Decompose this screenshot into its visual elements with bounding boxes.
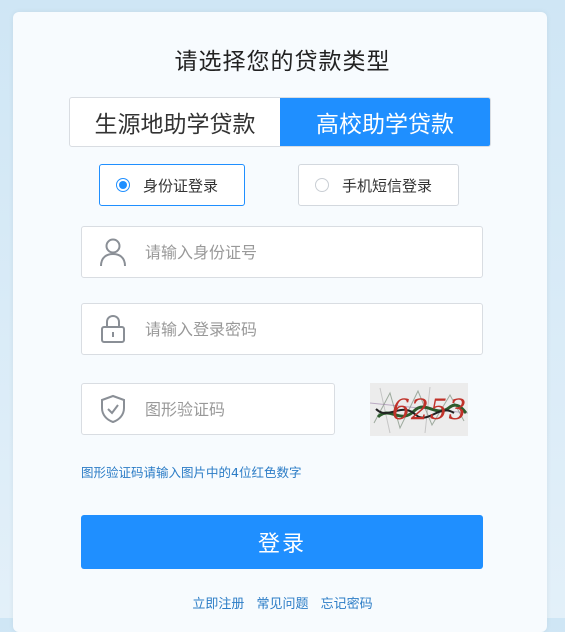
password-input[interactable] xyxy=(143,318,447,340)
captcha-input[interactable] xyxy=(143,398,307,420)
captcha-field xyxy=(81,383,335,435)
faq-link[interactable]: 常见问题 xyxy=(256,597,308,612)
login-mode-sms[interactable]: 手机短信登录 xyxy=(298,164,459,206)
login-mode-id-card[interactable]: 身份证登录 xyxy=(99,164,245,206)
shield-check-icon xyxy=(98,394,128,424)
user-icon xyxy=(98,237,128,267)
radio-icon[interactable] xyxy=(315,178,329,192)
login-button[interactable]: 登录 xyxy=(81,515,483,569)
captcha-text: 6253 xyxy=(392,393,467,426)
captcha-hint: 图形验证码请输入图片中的4位红色数字 xyxy=(81,465,302,480)
loan-type-tabs: 生源地助学贷款 高校助学贷款 xyxy=(69,97,491,147)
login-mode-label: 身份证登录 xyxy=(143,176,219,195)
radio-icon[interactable] xyxy=(116,178,130,192)
register-link[interactable]: 立即注册 xyxy=(192,597,244,612)
captcha-image[interactable]: 6253 xyxy=(370,383,468,436)
id-number-input[interactable] xyxy=(143,241,447,263)
tab-local-loan[interactable]: 生源地助学贷款 xyxy=(70,98,280,146)
forgot-password-link[interactable]: 忘记密码 xyxy=(321,597,373,612)
password-field xyxy=(81,303,483,355)
id-number-field xyxy=(81,226,483,278)
lock-icon xyxy=(98,314,128,344)
page-title: 请选择您的贷款类型 xyxy=(174,49,391,75)
tab-campus-loan[interactable]: 高校助学贷款 xyxy=(280,98,490,146)
footer-links: 立即注册 常见问题 忘记密码 xyxy=(0,593,565,612)
login-mode-label: 手机短信登录 xyxy=(342,176,433,195)
